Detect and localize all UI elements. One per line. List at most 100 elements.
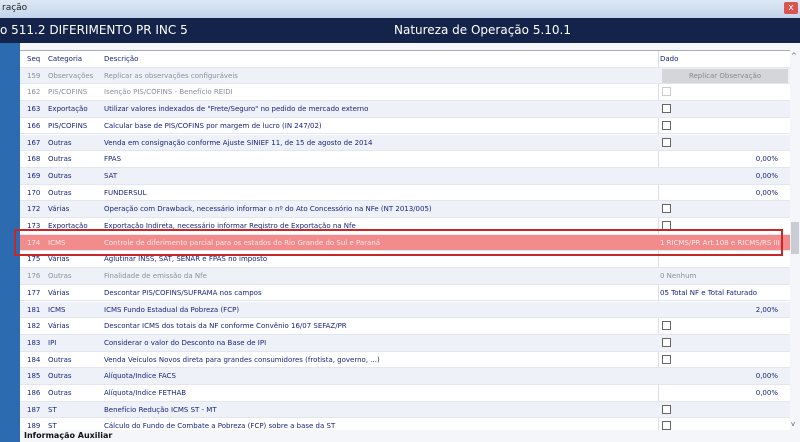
table-row[interactable]: 172 Várias Operação com Drawback, necessár… bbox=[20, 201, 790, 218]
value-checkbox[interactable] bbox=[662, 137, 671, 147]
description-cell: Alíquota/Indice FETHAB bbox=[104, 389, 187, 397]
table-row[interactable]: 159 Observações Replicar as observações co… bbox=[20, 67, 790, 85]
category-cell: Várias bbox=[48, 288, 70, 297]
category-cell: Outras bbox=[48, 389, 72, 397]
value-cell: 0 Nenhum bbox=[660, 272, 697, 281]
value-cell: 0,00% bbox=[755, 171, 778, 180]
value-cell: 0,00% bbox=[755, 188, 778, 197]
seq-cell: 169 bbox=[27, 171, 41, 180]
seq-cell: 185 bbox=[27, 372, 41, 381]
value-cell: 2,00% bbox=[755, 305, 778, 314]
category-cell: Outras bbox=[48, 272, 72, 281]
value-checkbox[interactable] bbox=[662, 120, 671, 130]
category-cell: IPI bbox=[48, 338, 57, 347]
vertical-scrollbar[interactable]: ^ v bbox=[790, 50, 800, 430]
seq-cell: 183 bbox=[27, 338, 41, 347]
value-checkbox[interactable] bbox=[662, 337, 671, 347]
description-cell: Utilizar valores indexados de "Frete/Seg… bbox=[104, 105, 369, 114]
description-cell: Operação com Drawback, necessário inform… bbox=[104, 205, 432, 214]
table-row[interactable]: 166 PIS/COFINS Calcular base de PIS/COFINS… bbox=[20, 118, 790, 135]
table-row[interactable]: 186 Outras Alíquota/Indice FETHAB 0,00% bbox=[20, 385, 790, 402]
seq-cell: 162 bbox=[27, 88, 41, 97]
table-row[interactable]: 162 PIS/COFINS Isenção PIS/COFINS - Benefí… bbox=[20, 84, 790, 102]
description-cell: ICMS Fundo Estadual da Pobreza (FCP) bbox=[104, 305, 240, 314]
description-cell: FUNDERSUL bbox=[104, 188, 147, 197]
value-checkbox[interactable] bbox=[662, 404, 671, 414]
scroll-thumb[interactable] bbox=[791, 222, 799, 254]
header-descricao[interactable]: Descrição bbox=[104, 55, 138, 63]
seq-cell: 176 bbox=[27, 272, 41, 281]
seq-cell: 189 bbox=[27, 422, 41, 430]
table-row[interactable]: 163 Exportação Utilizar valores indexados … bbox=[20, 101, 790, 118]
table-row[interactable]: 187 ST Benefício Redução ICMS ST - MT bbox=[20, 401, 790, 419]
seq-cell: 175 bbox=[27, 255, 41, 264]
description-cell: Benefício Redução ICMS ST - MT bbox=[104, 405, 217, 414]
value-cell: 0,00% bbox=[755, 389, 778, 397]
window-titlebar: ração x bbox=[0, 0, 800, 18]
category-cell: Outras bbox=[48, 372, 72, 381]
description-cell: Finalidade de emissão da Nfe bbox=[104, 272, 207, 281]
header-seq[interactable]: Seq bbox=[27, 55, 40, 63]
seq-cell: 159 bbox=[27, 71, 41, 80]
description-cell: Alíquota/Indice FACS bbox=[104, 372, 176, 381]
seq-cell: 172 bbox=[27, 205, 41, 214]
description-cell: Aglutinar INSS, SAT, SENAR e FPAS no imp… bbox=[104, 255, 268, 264]
category-cell: Outras bbox=[48, 171, 72, 180]
header-bar: o 511.2 DIFERIMENTO PR INC 5 Natureza de… bbox=[0, 18, 800, 43]
value-cell: 05 Total NF e Total Faturado bbox=[660, 288, 758, 297]
seq-cell: 167 bbox=[27, 138, 41, 147]
description-cell: Replicar as observações configuráveis bbox=[104, 71, 238, 80]
seq-cell: 168 bbox=[27, 155, 41, 164]
description-cell: SAT bbox=[104, 171, 118, 180]
category-cell: Várias bbox=[48, 255, 70, 264]
table-row[interactable]: 176 Outras Finalidade de emissão da Nfe 0 N… bbox=[20, 268, 790, 285]
table-row[interactable]: 181 ICMS ICMS Fundo Estadual da Pobreza (F… bbox=[20, 301, 790, 319]
table-row[interactable]: 185 Outras Alíquota/Indice FACS 0,00% bbox=[20, 368, 790, 385]
description-cell: Calcular base de PIS/COFINS por margem d… bbox=[104, 121, 322, 130]
table-header: Seq Categoria Descrição Dado bbox=[20, 51, 790, 68]
description-cell: Descontar PIS/COFINS/SUFRAMA nos campos bbox=[104, 288, 262, 297]
table-row[interactable]: 189 ST Cálculo do Fundo de Combate a Pobre… bbox=[20, 418, 790, 430]
value-checkbox[interactable] bbox=[662, 321, 671, 331]
table-row[interactable]: 183 IPI Considerar o valor do Desconto na … bbox=[20, 334, 790, 352]
seq-cell: 182 bbox=[27, 322, 41, 331]
table-row[interactable]: 167 Outras Venda em consignação conforme A… bbox=[20, 134, 790, 152]
description-cell: Venda Veículos Novos direta para grandes… bbox=[104, 355, 380, 364]
description-cell: FPAS bbox=[104, 155, 122, 164]
value-checkbox[interactable] bbox=[662, 421, 671, 430]
header-categoria[interactable]: Categoria bbox=[48, 55, 82, 63]
table-row[interactable]: 170 Outras FUNDERSUL 0,00% bbox=[20, 185, 790, 202]
category-cell: Outras bbox=[48, 155, 72, 164]
scroll-up-icon[interactable]: ^ bbox=[791, 52, 797, 60]
replicate-observation-button[interactable]: Replicar Observação bbox=[662, 68, 788, 83]
seq-cell: 186 bbox=[27, 389, 41, 397]
category-cell: ST bbox=[48, 405, 57, 414]
info-auxiliar-label: Informação Auxiliar bbox=[24, 431, 113, 440]
category-cell: Exportação bbox=[48, 105, 88, 114]
close-button[interactable]: x bbox=[784, 2, 798, 14]
table-row[interactable]: 169 Outras SAT 0,00% bbox=[20, 167, 790, 185]
seq-cell: 184 bbox=[27, 355, 41, 364]
value-checkbox[interactable] bbox=[662, 104, 671, 114]
value-cell: 0,00% bbox=[755, 372, 778, 381]
table-row[interactable]: 168 Outras FPAS 0,00% bbox=[20, 151, 790, 168]
category-cell: PIS/COFINS bbox=[48, 88, 88, 97]
table-row[interactable]: 184 Outras Venda Veículos Novos direta par… bbox=[20, 352, 790, 369]
category-cell: Várias bbox=[48, 322, 70, 331]
value-checkbox[interactable] bbox=[662, 354, 671, 364]
description-cell: Descontar ICMS dos totais da NF conforme… bbox=[104, 322, 347, 331]
table-row[interactable]: 177 Várias Descontar PIS/COFINS/SUFRAMA no… bbox=[20, 285, 790, 302]
header-dado[interactable]: Dado bbox=[660, 55, 678, 63]
category-cell: Observações bbox=[48, 71, 94, 80]
category-cell: ST bbox=[48, 422, 57, 430]
description-cell: Cálculo do Fundo de Combate a Pobreza (F… bbox=[104, 422, 336, 430]
seq-cell: 170 bbox=[27, 188, 41, 197]
category-cell: Outras bbox=[48, 355, 72, 364]
highlight-box bbox=[14, 228, 783, 256]
scroll-down-icon[interactable]: v bbox=[791, 420, 795, 428]
window-title: ração bbox=[2, 3, 28, 13]
description-cell: Considerar o valor do Desconto na Base d… bbox=[104, 338, 267, 347]
value-checkbox[interactable] bbox=[662, 87, 671, 97]
table-row[interactable]: 182 Várias Descontar ICMS dos totais da NF… bbox=[20, 318, 790, 335]
value-checkbox[interactable] bbox=[662, 204, 671, 214]
